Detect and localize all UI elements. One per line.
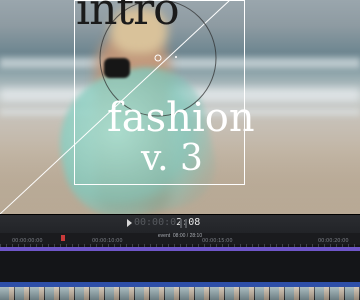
pause-bar xyxy=(180,219,182,228)
project-info: event 08:00 / 28:10 xyxy=(0,233,360,239)
video-clip-filmstrip[interactable] xyxy=(0,287,360,300)
playback-control-bar: 00:00:02:08 xyxy=(0,214,360,233)
project-name: event xyxy=(157,233,171,239)
title-fashion-text: fashion xyxy=(107,95,255,141)
title-version-text: v. 3 xyxy=(141,138,203,179)
video-viewer[interactable]: intro fashion v. 3 xyxy=(0,0,360,214)
playhead[interactable] xyxy=(61,235,65,241)
pause-icon[interactable] xyxy=(180,219,188,228)
pause-bar xyxy=(185,219,187,228)
project-duration: 08:00 / 28:10 xyxy=(172,233,203,239)
empty-track[interactable] xyxy=(0,251,360,283)
timecode-leading: 00:00:0 xyxy=(134,217,177,228)
play-icon[interactable] xyxy=(127,219,132,227)
timecode-display[interactable]: 00:00:02:08 xyxy=(134,217,200,228)
title-intro-text: intro xyxy=(76,0,180,35)
